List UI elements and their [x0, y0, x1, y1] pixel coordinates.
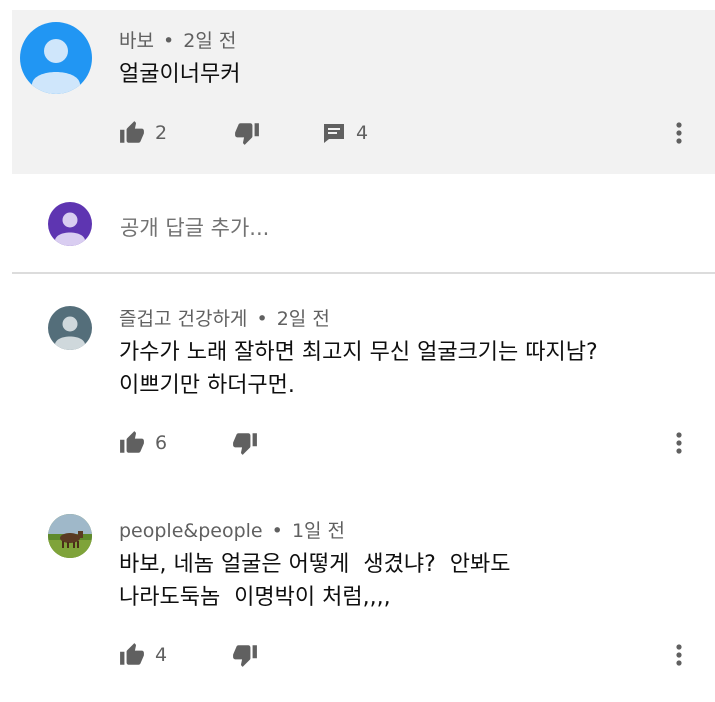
avatar-current-user: [48, 202, 92, 246]
comment-time[interactable]: 1일 전: [292, 520, 345, 542]
reply-input-row[interactable]: 공개 답글 추가...: [0, 180, 715, 270]
like-button[interactable]: 4: [119, 640, 167, 670]
comment-author[interactable]: 바보: [119, 30, 154, 52]
like-button[interactable]: 2: [119, 118, 167, 148]
thumb-down-icon: [233, 645, 257, 667]
reply-button[interactable]: 4: [322, 118, 368, 148]
user-avatar-icon: [55, 212, 85, 246]
comment-text-line: 나라도둑놈 이명박이 처럼,,,,: [119, 585, 391, 610]
comment-author[interactable]: people&people: [119, 520, 263, 542]
thumb-up-icon: [120, 431, 144, 453]
more-vertical-icon: [676, 432, 682, 454]
comment-thread: 바보 • 2일 전 얼굴이너무커 2 4 공개 답글 추가... 즐겁고 건강하…: [0, 0, 715, 702]
comment-text: 바보, 네놈 얼굴은 어떻게 생겼냐? 안봐도 나라도둑놈 이명박이 처럼,,,…: [119, 548, 510, 614]
comment-text-line: 가수가 노래 잘하면 최고지 무신 얼굴크기는 따지남?: [119, 340, 598, 365]
comment-meta: people&people • 1일 전: [119, 516, 345, 543]
comment-meta: 바보 • 2일 전: [119, 26, 236, 53]
comment-meta: 즐겁고 건강하게 • 2일 전: [119, 304, 330, 331]
comment-item-3: people&people • 1일 전 바보, 네놈 얼굴은 어떻게 생겼냐?…: [0, 500, 715, 700]
meta-separator: •: [271, 520, 283, 542]
avatar-comment-3[interactable]: [48, 514, 92, 558]
like-count: 2: [155, 122, 168, 144]
comment-text-line: 바보, 네놈 얼굴은 어떻게 생겼냐? 안봐도: [119, 552, 511, 577]
user-avatar-icon: [32, 39, 80, 94]
thumb-down-icon: [235, 123, 259, 145]
meta-separator: •: [256, 308, 268, 330]
like-button[interactable]: 6: [119, 428, 167, 458]
more-options-button[interactable]: [669, 640, 689, 670]
comment-actions: 6: [119, 428, 619, 458]
more-vertical-icon: [676, 644, 682, 666]
reply-count: 4: [356, 122, 369, 144]
thumb-up-icon: [120, 643, 144, 665]
thumb-up-icon: [120, 121, 144, 143]
comment-author[interactable]: 즐겁고 건강하게: [119, 308, 247, 330]
comment-actions: 4: [119, 640, 619, 670]
divider: [12, 272, 715, 274]
avatar-comment-2[interactable]: [48, 306, 92, 350]
avatar-comment-1[interactable]: [20, 22, 92, 94]
comment-actions: 2 4: [119, 118, 679, 148]
comment-time[interactable]: 2일 전: [277, 308, 330, 330]
comment-item-1: 바보 • 2일 전 얼굴이너무커 2 4: [12, 10, 715, 174]
like-count: 6: [155, 432, 168, 454]
comment-text: 가수가 노래 잘하면 최고지 무신 얼굴크기는 따지남? 이쁘기만 하더구먼.: [119, 336, 598, 402]
like-count: 4: [155, 644, 168, 666]
comment-text-line: 이쁘기만 하더구먼.: [119, 373, 295, 398]
comment-time[interactable]: 2일 전: [183, 30, 236, 52]
comment-text: 얼굴이너무커: [119, 58, 240, 91]
comment-item-2: 즐겁고 건강하게 • 2일 전 가수가 노래 잘하면 최고지 무신 얼굴크기는 …: [0, 290, 715, 480]
dislike-button[interactable]: [234, 118, 260, 148]
thumb-down-icon: [233, 433, 257, 455]
photo-avatar-icon: [48, 514, 92, 558]
user-avatar-icon: [55, 316, 85, 350]
meta-separator: •: [163, 30, 175, 52]
comment-text-line: 얼굴이너무커: [119, 62, 241, 87]
comment-icon: [324, 124, 344, 143]
more-options-button[interactable]: [669, 428, 689, 458]
dislike-button[interactable]: [232, 640, 258, 670]
more-options-button[interactable]: [669, 118, 689, 148]
more-vertical-icon: [676, 122, 682, 144]
dislike-button[interactable]: [232, 428, 258, 458]
reply-input[interactable]: 공개 답글 추가...: [120, 212, 269, 242]
